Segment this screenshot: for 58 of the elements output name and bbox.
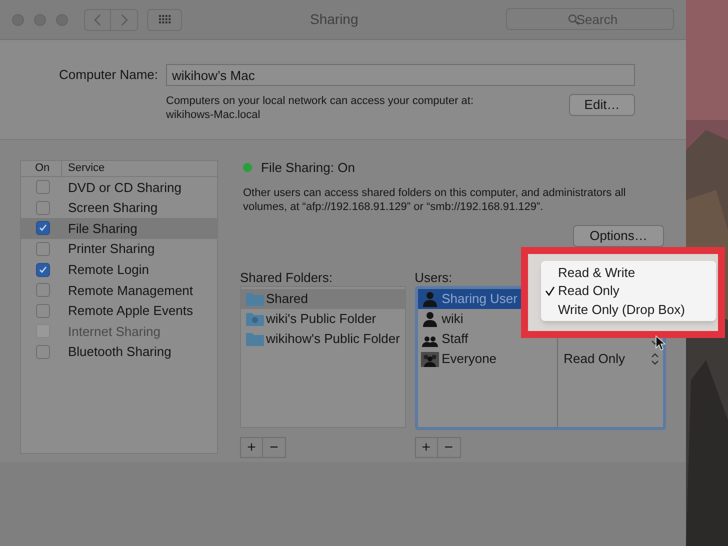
service-row[interactable]: Remote Management xyxy=(21,280,217,301)
description-text: Other users can access shared folders on this computer, and administrators all volumes, at “afp://192.168.91.129” or “smb://192.168.91.129”. xyxy=(243,186,627,214)
remove-button[interactable]: − xyxy=(438,438,460,456)
service-row[interactable]: Remote Login xyxy=(21,259,217,280)
network-address: wikihows-Mac.local xyxy=(166,108,262,122)
chevron-right-icon xyxy=(120,14,128,26)
checkbox[interactable] xyxy=(36,304,50,318)
checkbox[interactable] xyxy=(36,200,50,215)
service-row[interactable]: Screen Sharing xyxy=(21,198,217,218)
checkbox[interactable] xyxy=(36,242,50,256)
folder-icon xyxy=(246,291,264,306)
edit-button[interactable]: Edit… xyxy=(569,94,635,116)
checkmark-icon xyxy=(38,264,48,275)
grid-icon xyxy=(158,15,170,24)
computer-name-field[interactable]: wikihow’s Mac xyxy=(166,64,635,86)
show-all-button[interactable] xyxy=(147,8,182,30)
remove-button[interactable]: − xyxy=(263,438,285,456)
add-button[interactable]: + xyxy=(416,438,438,456)
checkbox[interactable] xyxy=(36,262,50,277)
permission-value[interactable]: Read Only xyxy=(564,348,626,368)
service-row[interactable]: Printer Sharing xyxy=(21,238,217,260)
users-label: Users: xyxy=(414,268,452,286)
add-button[interactable]: + xyxy=(241,438,263,456)
user-row[interactable]: Staff xyxy=(418,328,557,348)
folder-icon xyxy=(246,331,264,346)
checkbox[interactable] xyxy=(36,345,50,360)
chevron-left-icon xyxy=(94,14,101,26)
folder-icon xyxy=(246,311,264,326)
menu-item[interactable]: Read & Write xyxy=(541,263,716,282)
person-icon xyxy=(420,290,439,306)
zoom-button[interactable] xyxy=(56,14,68,26)
checkbox[interactable] xyxy=(36,221,50,236)
checkbox[interactable] xyxy=(36,283,50,298)
minimize-button[interactable] xyxy=(34,14,46,26)
service-row[interactable]: File Sharing xyxy=(21,218,217,239)
service-row[interactable]: Remote Apple Events xyxy=(21,300,217,322)
search-field[interactable]: Search xyxy=(506,8,674,30)
service-row[interactable]: Bluetooth Sharing xyxy=(21,342,217,362)
service-row[interactable]: DVD or CD Sharing xyxy=(21,177,217,198)
column-header: On xyxy=(34,161,51,176)
network-note: Computers on your local network can access your computer at: xyxy=(166,94,474,108)
computer-name-label: Computer Name: xyxy=(58,66,158,84)
column-header: Service xyxy=(61,160,105,177)
stepper-icon[interactable] xyxy=(651,352,659,366)
close-button[interactable] xyxy=(12,14,24,26)
people-group-icon xyxy=(420,350,439,366)
shared-folders-label: Shared Folders: xyxy=(240,268,334,286)
checkmark-icon xyxy=(38,223,48,234)
status-label: File Sharing: On xyxy=(261,159,355,177)
checkbox[interactable] xyxy=(36,180,50,194)
window-title: Sharing xyxy=(310,10,358,29)
folder-row[interactable]: wikihow's Public Folder xyxy=(241,328,405,348)
options-button[interactable]: Options… xyxy=(573,224,664,246)
user-row[interactable]: Everyone xyxy=(418,348,557,368)
search-icon xyxy=(568,14,579,24)
folder-row[interactable]: wiki's Public Folder xyxy=(241,308,405,328)
folder-row[interactable]: Shared xyxy=(241,288,405,308)
person-icon xyxy=(420,310,439,326)
